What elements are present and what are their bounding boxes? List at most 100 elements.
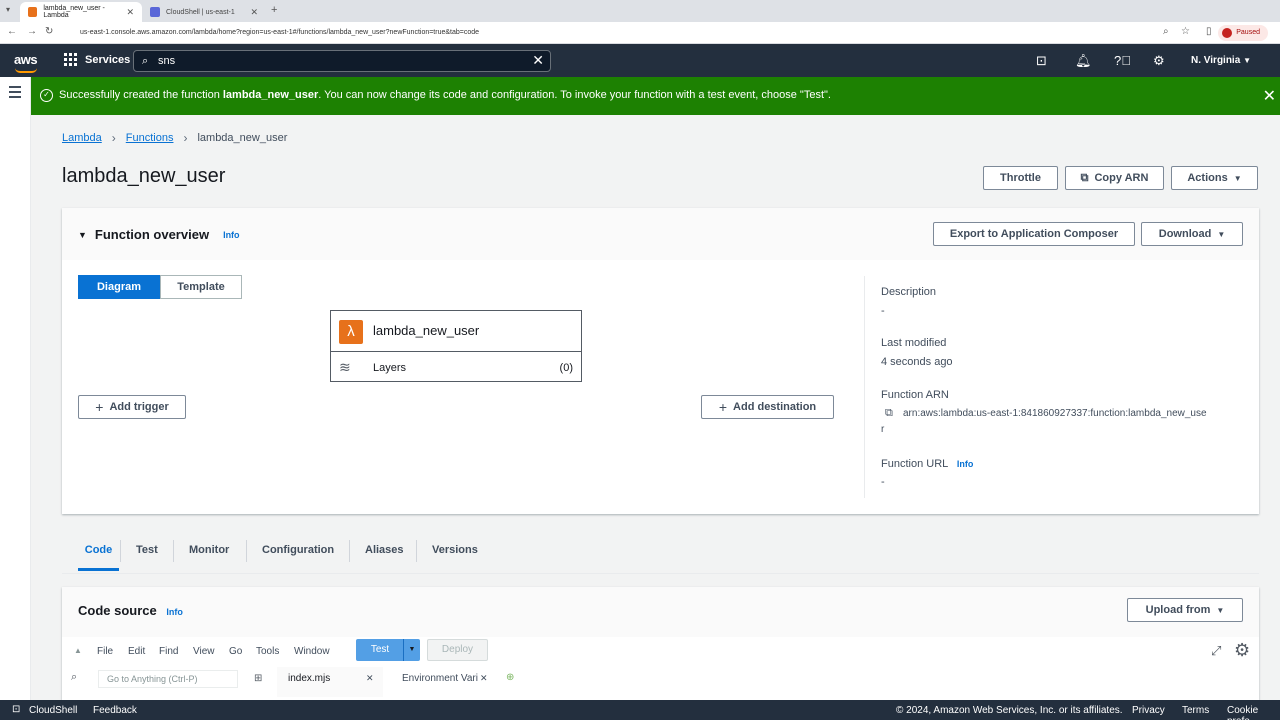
footer-copyright: © 2024, Amazon Web Services, Inc. or its… xyxy=(896,705,1123,716)
bookmark-star-icon[interactable]: ☆ xyxy=(1181,26,1190,37)
tab-code[interactable]: Code xyxy=(78,544,119,571)
function-diagram-box[interactable]: λ lambda_new_user ≋ Layers (0) xyxy=(330,310,582,382)
services-menu-button[interactable]: Services xyxy=(64,53,130,66)
close-tab-icon[interactable]: ✕ xyxy=(126,7,134,18)
chevron-right-icon: › xyxy=(111,131,116,145)
close-flash-icon[interactable]: ✕ xyxy=(1263,86,1276,106)
url-field[interactable]: us-east-1.console.aws.amazon.com/lambda/… xyxy=(66,26,1156,40)
code-editor: ▲ File Edit Find View Go Tools Window Te… xyxy=(62,637,1259,700)
tab-divider xyxy=(416,540,417,562)
breadcrumb-functions-link[interactable]: Functions xyxy=(126,132,174,144)
reload-icon[interactable]: ↻ xyxy=(45,26,53,37)
lambda-icon: λ xyxy=(339,320,363,344)
chevron-down-icon: ▼ xyxy=(1243,56,1251,65)
function-url-value: - xyxy=(881,476,885,488)
menu-file[interactable]: File xyxy=(97,646,113,657)
profile-paused-badge[interactable]: Paused xyxy=(1218,25,1268,41)
region-selector[interactable]: N. Virginia ▼ xyxy=(1191,55,1251,66)
settings-gear-icon[interactable]: ⚙ xyxy=(1153,53,1165,69)
flash-message: Successfully created the function lambda… xyxy=(59,89,831,101)
test-button[interactable]: Test xyxy=(356,639,404,661)
export-composer-button[interactable]: Export to Application Composer xyxy=(933,222,1135,246)
menu-edit[interactable]: Edit xyxy=(128,646,145,657)
file-tab-label: index.mjs xyxy=(288,673,331,684)
left-nav-strip xyxy=(0,77,31,700)
tab-template[interactable]: Template xyxy=(160,275,242,299)
download-button[interactable]: Download ▼ xyxy=(1141,222,1243,246)
footer-terms-link[interactable]: Terms xyxy=(1182,705,1209,716)
throttle-button[interactable]: Throttle xyxy=(983,166,1058,190)
tab-search-icon[interactable]: ▾ xyxy=(6,5,10,14)
function-overview-toggle[interactable]: ▼ Function overview Info xyxy=(78,227,240,242)
actions-button[interactable]: Actions ▼ xyxy=(1171,166,1258,190)
settings-gear-icon[interactable]: ⚙ xyxy=(1234,640,1250,661)
diagram-function-row[interactable]: λ lambda_new_user xyxy=(331,311,581,352)
tab-diagram[interactable]: Diagram xyxy=(78,275,160,299)
back-icon[interactable]: ← xyxy=(7,26,17,37)
diagram-function-name: lambda_new_user xyxy=(373,323,480,338)
forward-icon[interactable]: → xyxy=(27,26,37,37)
function-arn-label: Function ARN xyxy=(881,389,949,401)
copy-arn-label: Copy ARN xyxy=(1094,172,1149,184)
footer-cloudshell-link[interactable]: CloudShell xyxy=(29,705,77,716)
add-trigger-label: Add trigger xyxy=(109,401,169,413)
footer-cookie-link[interactable]: Cookie prefe xyxy=(1227,705,1280,720)
function-overview-panel: ▼ Function overview Info Export to Appli… xyxy=(62,208,1259,514)
region-label: N. Virginia xyxy=(1191,55,1241,66)
sidepanel-icon[interactable]: ▯ xyxy=(1206,26,1212,37)
notifications-bell-icon[interactable]: 🔔︎ xyxy=(1075,53,1092,69)
cloudshell-icon: ⊡ xyxy=(12,704,21,715)
menu-window[interactable]: Window xyxy=(294,646,330,657)
breadcrumb-lambda-link[interactable]: Lambda xyxy=(62,132,102,144)
file-tab-index[interactable]: index.mjs ✕ xyxy=(277,667,383,697)
zoom-icon[interactable]: ⌕ xyxy=(1163,26,1169,37)
menu-hamburger-icon[interactable] xyxy=(9,86,21,101)
export-label: Export to Application Composer xyxy=(949,228,1119,240)
cloudshell-icon[interactable]: ⊡ xyxy=(1036,53,1047,69)
info-link[interactable]: Info xyxy=(957,459,974,469)
menu-go[interactable]: Go xyxy=(229,646,242,657)
close-tab-icon[interactable]: ✕ xyxy=(480,673,488,684)
footer-feedback-link[interactable]: Feedback xyxy=(93,705,137,716)
download-label: Download xyxy=(1158,228,1212,240)
menu-view[interactable]: View xyxy=(193,646,215,657)
tab-versions[interactable]: Versions xyxy=(432,544,478,568)
menu-tools[interactable]: Tools xyxy=(256,646,279,657)
help-icon[interactable]: ?⃝ xyxy=(1114,53,1131,68)
copy-arn-icon[interactable]: ⧉ xyxy=(885,407,893,420)
search-input[interactable] xyxy=(158,53,518,69)
file-tree-icon[interactable]: ⊞ xyxy=(254,673,262,684)
collapse-caret-icon[interactable]: ▲ xyxy=(74,646,82,655)
upload-from-button[interactable]: Upload from ▼ xyxy=(1127,598,1243,622)
add-tab-icon[interactable]: ⊕ xyxy=(506,672,514,683)
fullscreen-icon[interactable]: ⤢ xyxy=(1211,643,1221,659)
tab-aliases[interactable]: Aliases xyxy=(365,544,404,568)
last-modified-value: 4 seconds ago xyxy=(881,356,953,368)
add-trigger-button[interactable]: + Add trigger xyxy=(78,395,186,419)
close-tab-icon[interactable]: ✕ xyxy=(366,673,374,684)
goto-anything-input[interactable]: Go to Anything (Ctrl-P) xyxy=(98,670,238,688)
chevron-down-icon[interactable]: ▼ xyxy=(403,639,420,661)
info-link[interactable]: Info xyxy=(166,607,183,617)
deploy-button[interactable]: Deploy xyxy=(427,639,488,661)
browser-tab-lambda[interactable]: lambda_new_user - Lambda ✕ xyxy=(20,2,142,22)
tab-monitor[interactable]: Monitor xyxy=(189,544,229,568)
browser-tab-cloudshell[interactable]: CloudShell | us-east-1 ✕ xyxy=(142,2,266,22)
close-tab-icon[interactable]: ✕ xyxy=(250,7,258,18)
address-bar: ← → ↻ us-east-1.console.aws.amazon.com/l… xyxy=(0,22,1280,44)
info-link[interactable]: Info xyxy=(223,230,240,240)
services-label: Services xyxy=(85,53,131,66)
aws-logo[interactable]: aws xyxy=(14,52,38,73)
tab-test[interactable]: Test xyxy=(136,544,158,568)
menu-find[interactable]: Find xyxy=(159,646,178,657)
success-check-icon: ✓ xyxy=(40,89,53,102)
new-tab-icon[interactable]: + xyxy=(271,4,277,16)
chevron-down-icon: ▼ xyxy=(1217,229,1226,239)
add-destination-button[interactable]: + Add destination xyxy=(701,395,834,419)
tab-configuration[interactable]: Configuration xyxy=(262,544,334,568)
clear-search-icon[interactable]: ✕ xyxy=(532,52,544,69)
copy-arn-button[interactable]: ⧉ Copy ARN xyxy=(1065,166,1164,190)
description-value: - xyxy=(881,305,885,317)
file-tab-env-vars[interactable]: Environment Vari xyxy=(402,673,478,684)
footer-privacy-link[interactable]: Privacy xyxy=(1132,705,1165,716)
